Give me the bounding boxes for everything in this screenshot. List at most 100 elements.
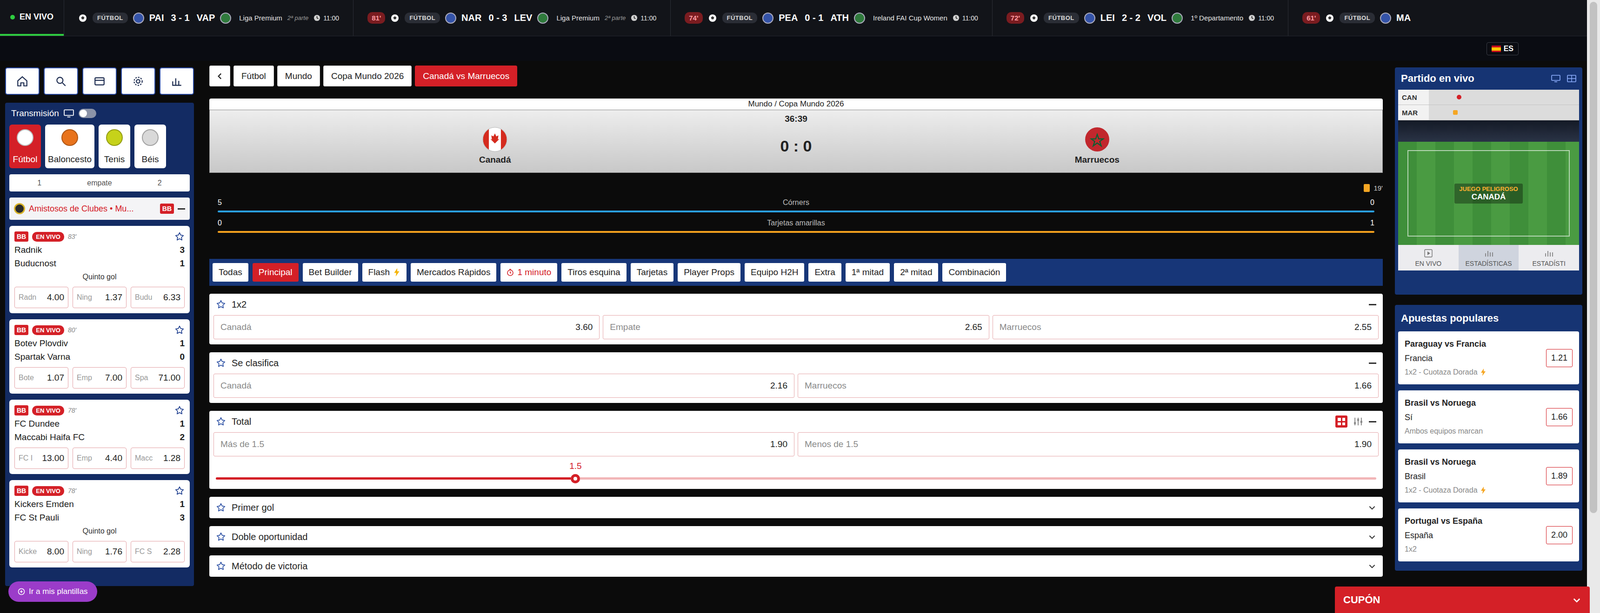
market-header[interactable]: Total (209, 411, 1383, 433)
market-tab[interactable]: Extra (808, 263, 841, 282)
sliders-icon[interactable] (1353, 416, 1364, 427)
market-tab[interactable]: Mercados Rápidos (410, 263, 497, 282)
sport-tab[interactable]: Fútbol (9, 124, 41, 169)
slider-thumb[interactable]: 1.5 (570, 474, 580, 484)
popular-bet-card[interactable]: Brasil vs NoruegaBrasil1x2 - Cuotaza Dor… (1398, 449, 1580, 503)
star-icon[interactable] (174, 325, 185, 336)
market-tab[interactable]: Tiros esquina (561, 263, 627, 282)
star-icon[interactable] (215, 416, 227, 427)
stream-toggle[interactable] (78, 108, 97, 119)
popular-bet-card[interactable]: Brasil vs NoruegaSíAmbos equipos marcan … (1398, 390, 1580, 444)
live-tab[interactable]: EN VIVO (0, 0, 64, 36)
ticker-match[interactable]: 81'FÚTBOLNAR0 - 3LEVLiga Premium2ª parte… (353, 0, 671, 36)
outcome-button[interactable]: Marruecos2.55 (992, 315, 1379, 340)
market-tab[interactable]: Tarjetas (630, 263, 674, 282)
breadcrumb-item[interactable]: Fútbol (233, 65, 274, 87)
match-card[interactable]: BBEN VIVO83'Radnik3Buducnost1Quinto golR… (9, 226, 190, 314)
star-icon[interactable] (215, 502, 227, 514)
star-icon[interactable] (174, 405, 185, 416)
odds-button[interactable]: Radn4.00 (14, 286, 69, 309)
market-header[interactable]: 1x2 (209, 293, 1383, 316)
popular-bet-card[interactable]: Portugal vs EspañaEspaña1x2 2.00 (1398, 508, 1580, 562)
market-header[interactable]: Método de victoria (209, 555, 1383, 578)
odds-button[interactable]: Budu6.33 (130, 286, 185, 309)
market-tab[interactable]: Flash (362, 263, 407, 282)
star-icon[interactable] (215, 561, 227, 572)
bet-odds-button[interactable]: 1.21 (1546, 349, 1573, 368)
language-button[interactable]: ES (1486, 42, 1519, 56)
odds-button[interactable]: Ning1.76 (72, 541, 127, 563)
stats-button[interactable] (159, 67, 194, 95)
collapse-icon[interactable] (1368, 421, 1377, 423)
ticker-match[interactable]: 72'FÚTBOLLEI2 - 2VOL1º Departamento 11:0… (992, 0, 1288, 36)
outcome-button[interactable]: Marruecos1.66 (797, 373, 1379, 399)
odds-button[interactable]: Spa71.00 (130, 367, 185, 389)
home-button[interactable] (5, 67, 40, 95)
market-tab[interactable]: Equipo H2H (744, 263, 805, 282)
collapse-icon[interactable] (177, 208, 186, 210)
ticker-match[interactable]: 74'FÚTBOLPEA0 - 1ATHIreland FAI Cup Wome… (670, 0, 993, 36)
market-tab[interactable]: Combinación (942, 263, 1007, 282)
star-icon[interactable] (215, 532, 227, 543)
star-icon[interactable] (215, 299, 227, 310)
ticker-match[interactable]: 61'FÚTBOLMA (1287, 0, 1425, 36)
templates-button[interactable]: Ir a mis plantillas (8, 581, 98, 603)
bet-odds-button[interactable]: 1.66 (1546, 408, 1573, 427)
ticker-match[interactable]: FÚTBOLPAI3 - 1VAPLiga Premium2ª parte 11… (63, 0, 354, 36)
page-scrollbar[interactable] (1586, 0, 1600, 613)
search-button[interactable] (43, 67, 79, 95)
match-card[interactable]: BBEN VIVO78'Kickers Emden1FC St Pauli3Qu… (9, 480, 190, 568)
monitor-icon[interactable] (1551, 74, 1561, 83)
sport-tab[interactable]: Tenis (98, 124, 131, 169)
market-header[interactable]: Se clasifica (209, 352, 1383, 374)
sport-tab[interactable]: Baloncesto (45, 124, 95, 169)
coupon-bar[interactable]: CUPÓN (1334, 586, 1590, 613)
market-tab[interactable]: 1ª mitad (845, 263, 890, 282)
market-tab[interactable]: Principal (252, 263, 299, 282)
collapse-icon[interactable] (1368, 362, 1377, 365)
grid-view-icon[interactable] (1335, 415, 1348, 428)
breadcrumb-item[interactable]: Copa Mundo 2026 (323, 65, 412, 87)
odds-button[interactable]: Bote1.07 (14, 367, 69, 389)
league-header[interactable]: Amistosos de Clubes • Mu...BB (9, 197, 190, 220)
chevron-down-icon[interactable] (1367, 562, 1377, 571)
widget-tab[interactable]: ESTADÍSTI (1518, 245, 1580, 271)
outcome-button[interactable]: Canadá3.60 (213, 315, 600, 340)
market-tab[interactable]: 1 minuto (500, 263, 558, 282)
widget-tab[interactable]: ESTADÍSTICAS (1458, 245, 1520, 271)
scoreboard-icon[interactable] (1566, 74, 1577, 83)
odds-button[interactable]: Macc1.28 (130, 447, 185, 470)
market-tab[interactable]: Bet Builder (302, 263, 359, 282)
match-card[interactable]: BBEN VIVO80'Botev Plovdiv1Spartak Varna0… (9, 319, 190, 394)
match-card[interactable]: BBEN VIVO78'FC Dundee1Maccabi Haifa FC2F… (9, 400, 190, 475)
odds-button[interactable]: Ning1.37 (72, 286, 127, 309)
tickets-button[interactable] (82, 67, 117, 95)
chevron-down-icon[interactable] (1367, 503, 1377, 513)
star-icon[interactable] (215, 358, 227, 369)
scrollbar-thumb[interactable] (1589, 1, 1598, 514)
widget-tab[interactable]: EN VIVO (1398, 245, 1459, 271)
breadcrumb-item[interactable]: Mundo (277, 65, 320, 87)
line-slider[interactable]: 1.5 (209, 461, 1383, 490)
back-button[interactable] (209, 65, 231, 87)
settings-button[interactable] (120, 67, 156, 95)
odds-button[interactable]: FC I13.00 (14, 447, 69, 470)
outcome-button[interactable]: Canadá2.16 (213, 373, 795, 399)
star-icon[interactable] (174, 231, 185, 242)
collapse-icon[interactable] (1368, 304, 1377, 306)
market-tab[interactable]: Player Props (677, 263, 741, 282)
sport-tab[interactable]: Béis (134, 124, 167, 169)
bet-odds-button[interactable]: 1.89 (1546, 467, 1573, 486)
odds-button[interactable]: FC S2.28 (130, 541, 185, 563)
market-header[interactable]: Primer gol (209, 497, 1383, 519)
odds-button[interactable]: Emp4.40 (72, 447, 127, 470)
outcome-button[interactable]: Más de 1.51.90 (213, 432, 795, 457)
odds-button[interactable]: Kicke8.00 (14, 541, 69, 563)
market-tab[interactable]: Todas (212, 263, 249, 282)
star-icon[interactable] (174, 486, 185, 497)
popular-bet-card[interactable]: Paraguay vs FranciaFrancia1x2 - Cuotaza … (1398, 331, 1580, 385)
market-header[interactable]: Doble oportunidad (209, 526, 1383, 548)
bet-odds-button[interactable]: 2.00 (1546, 526, 1573, 545)
breadcrumb-item[interactable]: Canadá vs Marruecos (414, 65, 518, 87)
chevron-down-icon[interactable] (1367, 533, 1377, 542)
